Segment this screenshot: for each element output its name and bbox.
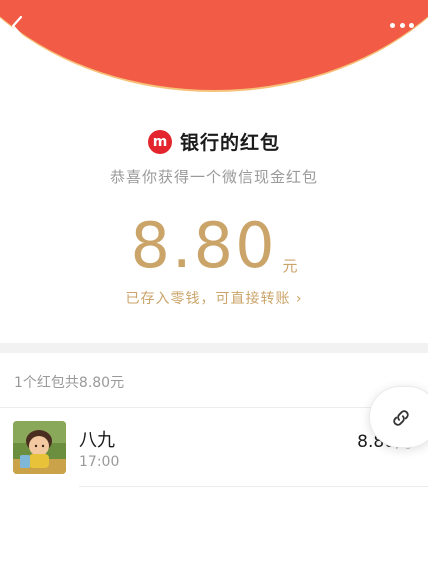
back-button[interactable] xyxy=(6,12,30,40)
section-divider xyxy=(0,343,428,353)
amount-row: 8.80 元 xyxy=(0,208,428,284)
avatar[interactable] xyxy=(13,421,66,474)
more-dot xyxy=(390,22,395,28)
record-name: 八九 xyxy=(79,430,115,451)
amount-unit: 元 xyxy=(282,257,298,275)
summary-text: 1个红包共8.80元 xyxy=(14,375,125,391)
avatar-image xyxy=(13,421,66,474)
floating-link-button[interactable] xyxy=(369,386,428,448)
more-button[interactable] xyxy=(390,20,414,30)
list-item[interactable]: 八九 17:00 8.80元 xyxy=(0,408,428,488)
header-arc xyxy=(0,0,428,92)
greeting-text: 恭喜你获得一个微信现金红包 xyxy=(109,168,318,186)
record-time: 17:00 xyxy=(79,454,120,470)
amount-value: 8.80 xyxy=(130,209,277,282)
link-icon xyxy=(393,410,409,426)
more-dot xyxy=(399,22,405,28)
row-divider xyxy=(79,486,428,487)
bank-logo-icon: m xyxy=(147,129,172,154)
header xyxy=(0,0,428,96)
more-dot xyxy=(409,22,414,28)
sender: m 银行的红包 xyxy=(0,128,428,155)
sender-name: 银行的红包 xyxy=(179,132,280,154)
chevron-left-icon xyxy=(11,15,23,37)
stored-to-balance-link[interactable]: 已存入零钱，可直接转账 › xyxy=(0,288,428,308)
